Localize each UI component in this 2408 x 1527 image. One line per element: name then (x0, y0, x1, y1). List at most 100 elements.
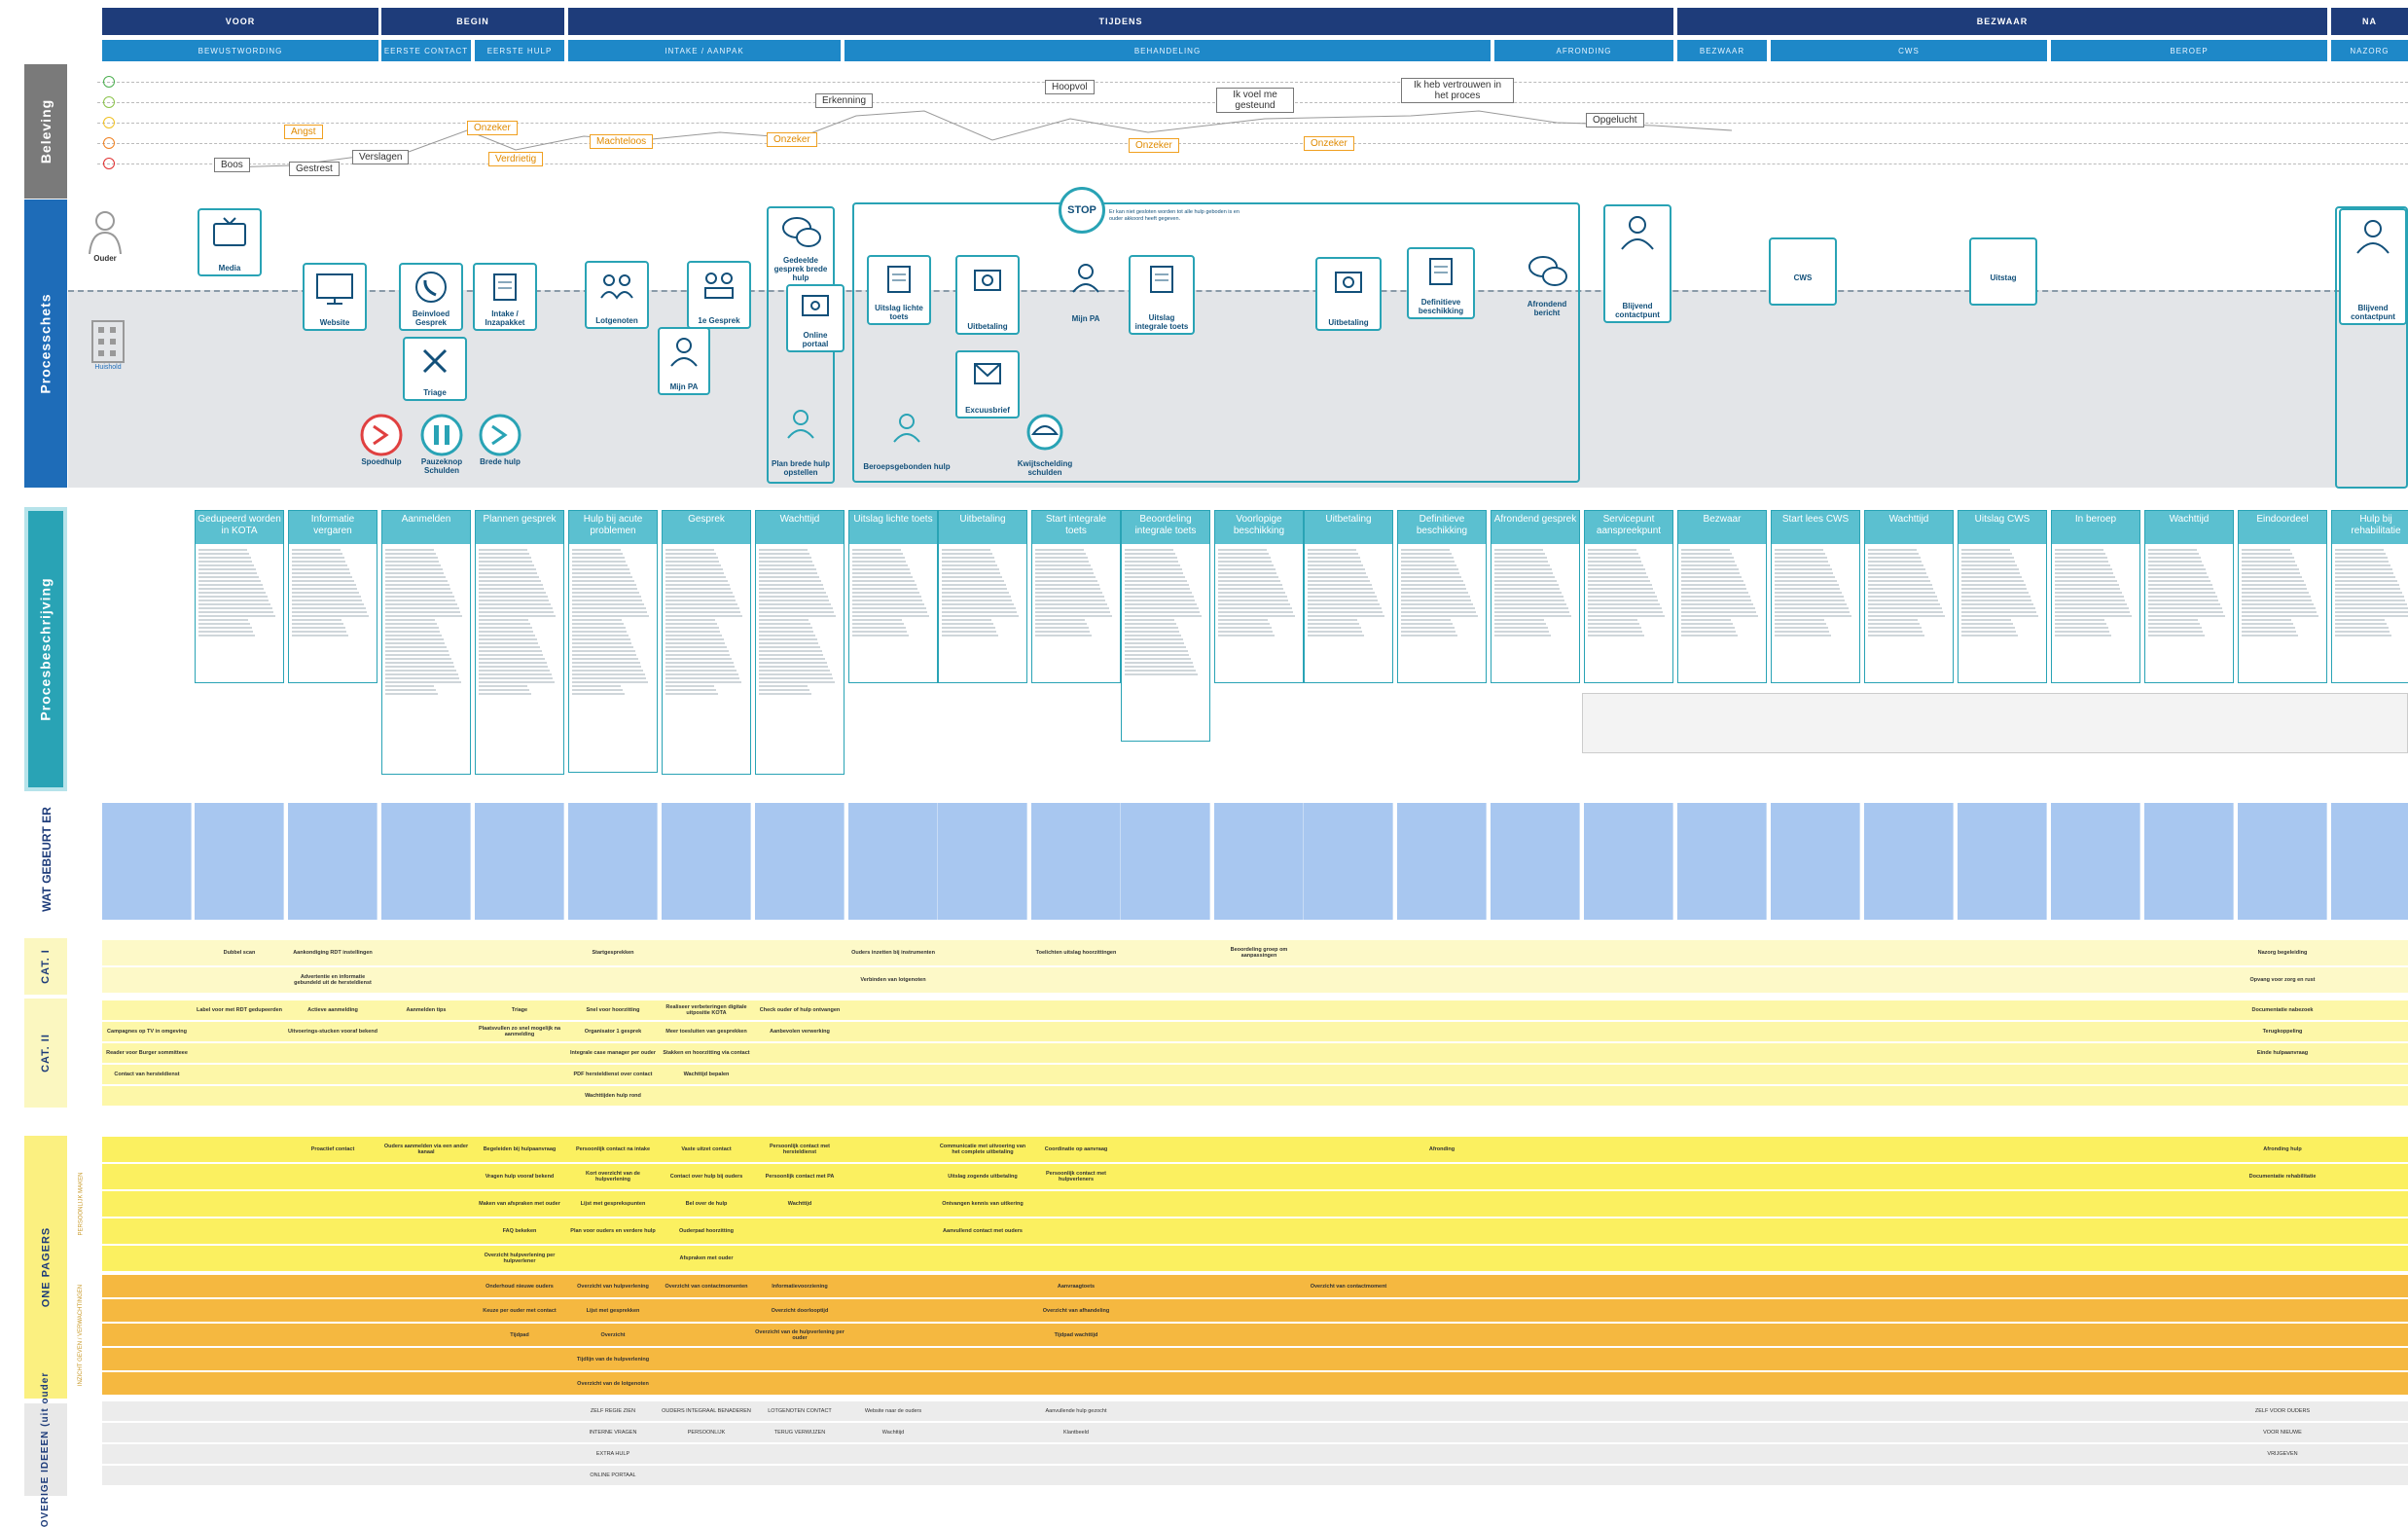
text-placeholder-line (1588, 611, 1664, 613)
idea-cell (2051, 1299, 2140, 1322)
text-placeholder-line (479, 681, 556, 683)
idea-cell (2144, 1299, 2234, 1322)
idea-cell (195, 1022, 284, 1041)
portal-icon (802, 295, 829, 316)
desc-column-text (2052, 544, 2139, 641)
text-placeholder-line (2335, 615, 2408, 617)
idea-cell (1864, 1299, 1954, 1322)
idea-cell (195, 1401, 284, 1421)
text-placeholder-line (1218, 580, 1280, 582)
idea-cell: Toelichten uitslag hoorzittingen (1035, 950, 1117, 956)
text-placeholder-line (759, 681, 836, 683)
idea-cell (1584, 1164, 1673, 1189)
idea-cell (1584, 1444, 1673, 1464)
text-placeholder-line (1681, 564, 1738, 566)
text-placeholder-line (665, 658, 733, 660)
idea-cell (2238, 1372, 2327, 1395)
idea-cell: Stakken en hoorzitting via contact (663, 1050, 750, 1056)
idea-cell (381, 1299, 471, 1322)
idea-cell (1397, 1372, 1487, 1395)
text-placeholder-line (759, 576, 820, 578)
text-placeholder-line (2242, 568, 2299, 570)
text-placeholder-line (1494, 580, 1557, 582)
idea-cell (195, 1043, 284, 1063)
idea-cell (2144, 1444, 2234, 1464)
text-placeholder-line (665, 580, 728, 582)
text-placeholder-line (1218, 572, 1277, 574)
text-placeholder-line (1125, 627, 1178, 629)
idea-cell (755, 1466, 845, 1485)
idea-cell (1771, 1299, 1860, 1322)
stop-icon: STOP (1059, 187, 1105, 234)
idea-cell: Organisator 1 gesprek (584, 1029, 642, 1035)
wat-gebeurt-er-cell (755, 803, 845, 920)
text-placeholder-line (1035, 576, 1096, 578)
idea-cell (1031, 1218, 1121, 1244)
text-placeholder-line (1868, 564, 1924, 566)
idea-cell (1214, 1000, 1304, 1020)
text-placeholder-line (1775, 615, 1851, 617)
text-placeholder-line (759, 603, 831, 605)
text-placeholder-line (1494, 627, 1548, 629)
desc-column-text (476, 544, 563, 700)
text-placeholder-line (1308, 580, 1370, 582)
idea-cell: Tijdlijn van de hulpverlening (576, 1356, 650, 1363)
wat-gebeurt-er-cell (1214, 803, 1304, 920)
idea-cell (1491, 940, 1580, 965)
desc-column-title: Definitieve beschikking (1398, 511, 1486, 544)
text-placeholder-line (665, 607, 739, 609)
idea-cell (195, 1372, 284, 1395)
text-placeholder-line (1125, 642, 1185, 644)
text-placeholder-line (385, 650, 449, 652)
text-placeholder-line (479, 654, 544, 656)
idea-cell: Persoonlijk contact met hulpverleners (1045, 1171, 1107, 1182)
text-placeholder-line (1775, 635, 1831, 636)
idea-cell: Aankondiging RDT instellingen (293, 950, 373, 956)
desc-column: Uitbetaling (1304, 510, 1393, 683)
text-placeholder-line (665, 693, 718, 695)
text-placeholder-line (942, 557, 994, 559)
wat-gebeurt-er-cell (1584, 803, 1673, 920)
desc-column: Servicepunt aanspreekpunt (1584, 510, 1673, 683)
idea-cell: Bel over de hulp (685, 1201, 728, 1207)
idea-cell (1677, 1164, 1767, 1189)
text-placeholder-line (385, 557, 438, 559)
idea-cell: Startgesprekken (592, 950, 634, 956)
idea-cell (1214, 1466, 1304, 1485)
text-placeholder-line (852, 557, 905, 559)
text-placeholder-line (2148, 564, 2205, 566)
idea-cell (848, 1043, 938, 1063)
text-placeholder-line (1035, 561, 1090, 563)
idea-cell (848, 1466, 938, 1485)
text-placeholder-line (292, 619, 342, 621)
idea-cell (2144, 1000, 2234, 1020)
text-placeholder-line (1588, 557, 1640, 559)
idea-cell (938, 940, 1027, 965)
text-placeholder-line (665, 592, 733, 594)
text-placeholder-line (198, 623, 250, 625)
text-placeholder-line (759, 611, 835, 613)
text-placeholder-line (759, 638, 817, 640)
desc-column-title: Wachttijd (756, 511, 844, 544)
text-placeholder-line (1775, 627, 1828, 629)
idea-cell (102, 1444, 192, 1464)
idea-cell: Aanmelden tips (406, 1007, 447, 1013)
idea-cell (1864, 1164, 1954, 1189)
text-placeholder-line (759, 619, 809, 621)
idea-cell (195, 1065, 284, 1084)
idea-cell (1958, 1372, 2047, 1395)
text-placeholder-line (942, 600, 1013, 601)
text-placeholder-line (2055, 564, 2111, 566)
idea-cell (288, 1444, 377, 1464)
text-placeholder-line (1681, 584, 1745, 586)
desc-column-text (1678, 544, 1766, 641)
text-placeholder-line (759, 584, 823, 586)
text-placeholder-line (2055, 561, 2109, 563)
text-placeholder-line (1775, 607, 1849, 609)
idea-cell (2238, 1275, 2327, 1297)
idea-cell (2238, 1218, 2327, 1244)
desc-column: Bezwaar (1677, 510, 1767, 683)
desc-column-title: Aanmelden (382, 511, 470, 544)
text-placeholder-line (292, 603, 364, 605)
desc-column-title: Eindoordeel (2239, 511, 2326, 544)
